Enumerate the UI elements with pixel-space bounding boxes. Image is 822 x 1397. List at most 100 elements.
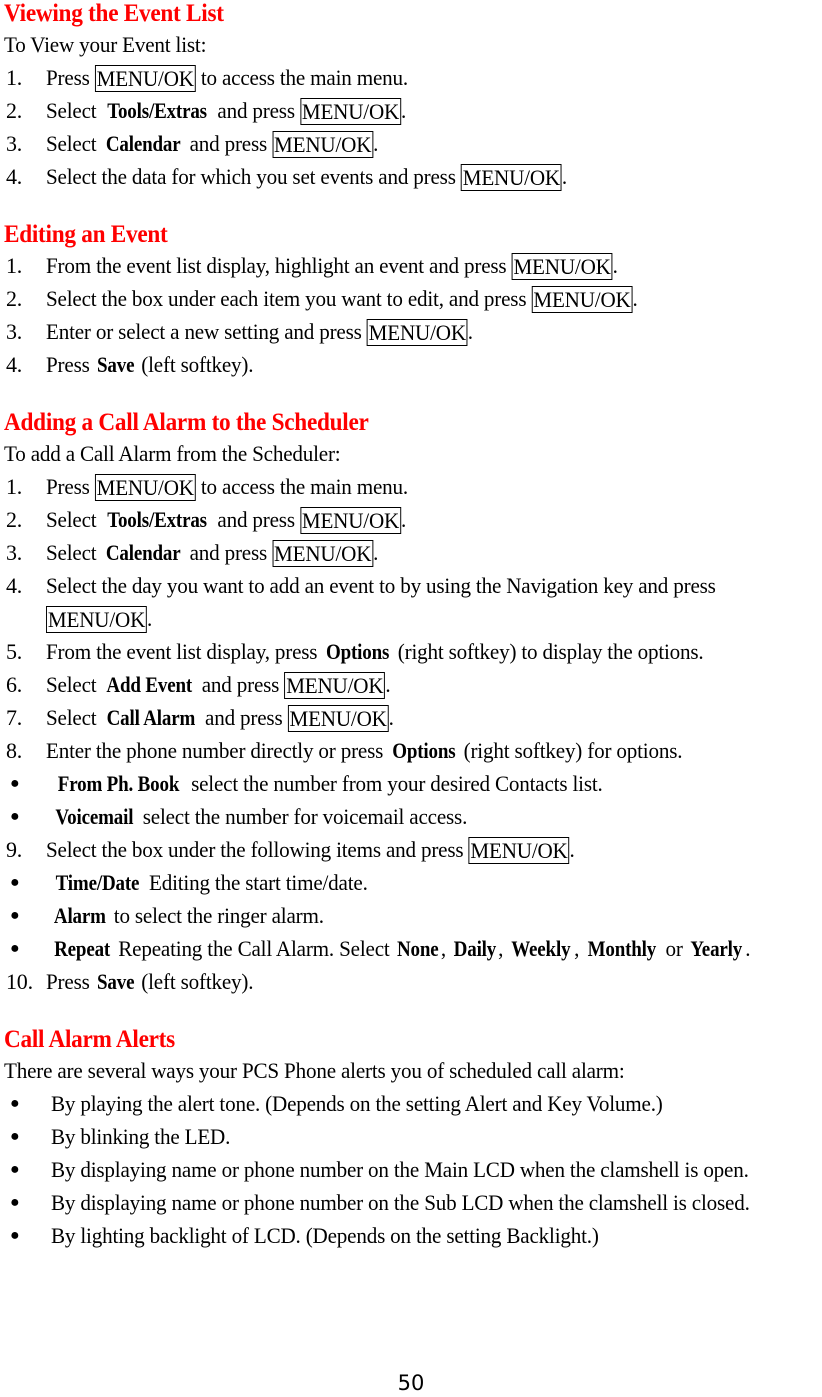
bullet-item: ● By lighting backlight of LCD. (Depends …: [4, 1219, 822, 1252]
numbered-step: 2. Select Tools/Extras and press MENU/OK.: [4, 94, 822, 127]
emphasis-term: Calendar: [105, 540, 181, 565]
text-run: and press: [199, 705, 288, 730]
numbered-step: 3. Select Calendar and press MENU/OK.: [4, 536, 822, 569]
step-number: 2.: [6, 98, 23, 123]
text-run: .: [373, 540, 379, 565]
step-number: 6.: [6, 672, 23, 697]
bullet-icon: ●: [10, 1161, 20, 1178]
step-number: 2.: [6, 507, 23, 532]
bullet-icon: ●: [10, 940, 20, 957]
bullet-icon: ●: [10, 775, 20, 792]
bullet-item: ● From Ph. Book select the number from yo…: [4, 767, 822, 800]
step-number: 4.: [6, 573, 23, 598]
text-run: Select: [46, 507, 102, 532]
step-number: 5.: [6, 639, 23, 664]
step-text: Enter or select a new setting and press …: [46, 315, 791, 348]
text-run: to select the ringer alarm.: [108, 903, 324, 928]
text-run: (left softkey).: [136, 969, 254, 994]
step-text: Select Call Alarm and press MENU/OK.: [46, 701, 791, 734]
step-text: Select Add Event and press MENU/OK.: [46, 668, 791, 701]
key-label-menu-ok: MENU/OK: [366, 319, 468, 346]
bullet-icon: ●: [10, 1095, 20, 1112]
numbered-step: 5. From the event list display, press Opt…: [4, 635, 822, 668]
step-text: By displaying name or phone number on th…: [51, 1153, 791, 1186]
section-intro: There are several ways your PCS Phone al…: [4, 1058, 625, 1083]
step-number: 1.: [6, 65, 23, 90]
text-run: Select: [46, 672, 102, 697]
text-run: Press: [46, 65, 95, 90]
step-number: 7.: [6, 705, 23, 730]
step-text: From Ph. Book select the number from you…: [51, 767, 791, 800]
text-run: ,: [574, 936, 585, 961]
numbered-step: 4. Select the data for which you set even…: [4, 160, 822, 193]
section-heading: Call Alarm Alerts: [4, 1026, 175, 1053]
text-run: and press: [212, 507, 300, 532]
text-run: .: [612, 253, 618, 278]
step-text: From the event list display, highlight a…: [46, 249, 791, 282]
key-label-menu-ok: MENU/OK: [299, 507, 401, 534]
key-label-menu-ok: MENU/OK: [287, 705, 389, 732]
text-run: (right softkey) for options.: [458, 738, 683, 763]
numbered-step: 4. Press Save (left softkey).: [4, 348, 822, 381]
numbered-step: 6. Select Add Event and press MENU/OK.: [4, 668, 822, 701]
emphasis-term: Time/Date: [55, 870, 140, 895]
text-run: (right softkey) to display the options.: [392, 639, 704, 664]
emphasis-term: Save: [96, 969, 135, 994]
emphasis-term: Options: [391, 738, 456, 763]
emphasis-term: Yearly: [690, 936, 743, 961]
step-text-continued: MENU/OK.: [46, 602, 791, 635]
step-text: Press Save (left softkey).: [46, 348, 791, 381]
section-heading: Editing an Event: [4, 221, 168, 248]
emphasis-term: From Ph. Book: [57, 771, 180, 796]
step-text: Press MENU/OK to access the main menu.: [46, 470, 791, 503]
emphasis-term: Alarm: [53, 903, 106, 928]
step-number: 8.: [6, 738, 23, 763]
emphasis-term: Options: [325, 639, 390, 664]
numbered-step: 1. Press MENU/OK to access the main menu.: [4, 61, 822, 94]
step-text: Time/Date Editing the start time/date.: [51, 866, 791, 899]
numbered-step: 8. Enter the phone number directly or pre…: [4, 734, 822, 767]
emphasis-term: Weekly: [511, 936, 571, 961]
text-run: From the event list display, press: [46, 639, 323, 664]
text-run: Select the box under each item you want …: [46, 286, 532, 311]
step-text: Select the day you want to add an event …: [46, 569, 791, 602]
numbered-step: 7. Select Call Alarm and press MENU/OK.: [4, 701, 822, 734]
numbered-step: 3. Enter or select a new setting and pres…: [4, 315, 822, 348]
bullet-icon: ●: [10, 808, 20, 825]
section-heading: Adding a Call Alarm to the Scheduler: [4, 409, 369, 436]
step-text: Select the box under the following items…: [46, 833, 791, 866]
numbered-step: 1. Press MENU/OK to access the main menu.: [4, 470, 822, 503]
instruction-list: 1. Press MENU/OK to access the main menu.…: [4, 61, 822, 193]
section-intro: To View your Event list:: [4, 32, 207, 57]
text-run: .: [388, 705, 394, 730]
step-text: Voicemail select the number for voicemai…: [51, 800, 791, 833]
bullet-icon: ●: [10, 907, 20, 924]
bullet-item: ● By blinking the LED.: [4, 1120, 822, 1153]
bullet-item: ● By displaying name or phone number on t…: [4, 1186, 822, 1219]
page-number: 50: [397, 1371, 425, 1395]
emphasis-term: Voicemail: [55, 804, 134, 829]
step-text: Enter the phone number directly or press…: [46, 734, 791, 767]
bullet-icon: ●: [10, 874, 20, 891]
emphasis-term: Calendar: [105, 131, 181, 156]
page-content: Viewing the Event List To View your Event…: [4, 0, 822, 1252]
text-run: Select the day you want to add an event …: [46, 573, 716, 598]
text-run: Select: [46, 98, 102, 123]
text-run: By displaying name or phone number on th…: [51, 1157, 749, 1182]
key-label-menu-ok: MENU/OK: [511, 253, 613, 280]
step-text: Press MENU/OK to access the main menu.: [46, 61, 791, 94]
text-run: Repeating the Call Alarm. Select: [113, 936, 395, 961]
step-number: 1.: [6, 474, 23, 499]
text-run: Select: [46, 540, 102, 565]
bullet-item: ● Repeat Repeating the Call Alarm. Select…: [4, 932, 822, 965]
key-label-menu-ok: MENU/OK: [272, 540, 374, 567]
step-number: 1.: [6, 253, 23, 278]
text-run: select the number for voicemail access.: [137, 804, 468, 829]
step-text: Repeat Repeating the Call Alarm. Select …: [51, 932, 791, 965]
text-run: By lighting backlight of LCD. (Depends o…: [51, 1223, 599, 1248]
step-text: Press Save (left softkey).: [46, 965, 791, 998]
instruction-list: 1. From the event list display, highlight…: [4, 249, 822, 381]
